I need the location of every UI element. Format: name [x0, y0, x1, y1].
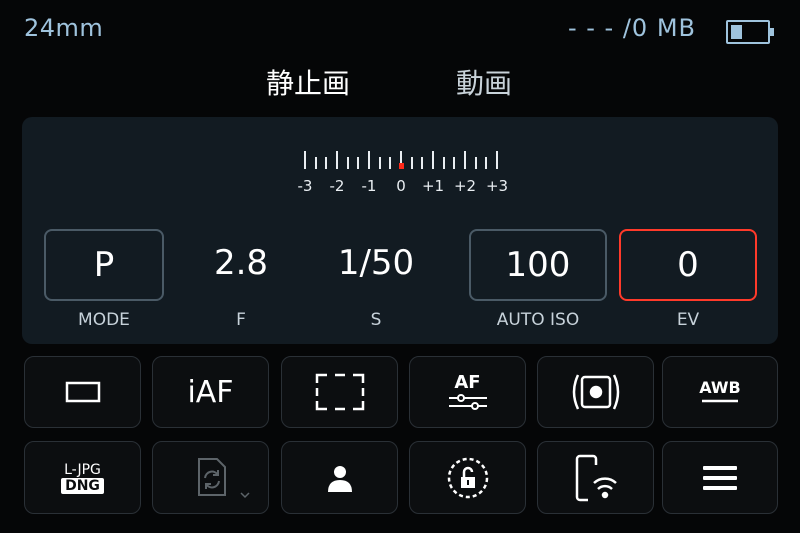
- chevron-down-icon: [240, 492, 250, 499]
- scale-tick-major: [496, 151, 498, 169]
- mode-label: MODE: [78, 310, 130, 330]
- phone-wifi-icon: [575, 454, 617, 501]
- iso-button[interactable]: 100: [469, 229, 607, 301]
- lock-gear-icon: [447, 457, 488, 498]
- scale-label: +2: [453, 177, 477, 195]
- aspect-ratio-button[interactable]: [24, 356, 141, 428]
- scale-tick-minor: [378, 157, 381, 169]
- ev-button[interactable]: 0: [619, 229, 757, 301]
- menu-icon: [703, 465, 737, 490]
- mode-button[interactable]: P: [44, 229, 164, 301]
- af-mode-text: iAF: [187, 374, 234, 410]
- shutter-value[interactable]: 1/50: [316, 229, 436, 301]
- white-balance-button[interactable]: AWB: [662, 356, 778, 428]
- wb-text: AWB: [699, 378, 741, 397]
- menu-button[interactable]: [662, 441, 778, 514]
- person-icon: [327, 465, 352, 492]
- metering-button[interactable]: [537, 356, 654, 428]
- tab-video[interactable]: 動画: [456, 62, 512, 102]
- aperture-label: F: [236, 310, 246, 330]
- frame-icon: [65, 381, 100, 403]
- scale-tick-minor: [453, 157, 456, 169]
- scale-tick-major: [336, 151, 338, 169]
- af-mode-button[interactable]: iAF: [152, 356, 269, 428]
- current-exposure-marker: [399, 163, 404, 169]
- scale-tick-minor: [325, 157, 328, 169]
- lock-button[interactable]: [409, 441, 526, 514]
- ev-label: EV: [676, 310, 700, 330]
- format-line1: L-JPG: [64, 461, 101, 478]
- scale-tick-minor: [410, 157, 413, 169]
- scale-tick-major: [432, 151, 434, 169]
- af-settings-button[interactable]: AF: [409, 356, 526, 428]
- scale-tick-minor: [485, 157, 488, 169]
- scale-label: -3: [297, 177, 313, 195]
- wb-underline: [701, 399, 738, 403]
- scale-tick-minor: [357, 157, 360, 169]
- mode-tabs: 静止画 動画: [0, 62, 800, 102]
- scale-tick-minor: [442, 157, 445, 169]
- iso-label: AUTO ISO: [496, 310, 580, 330]
- image-sync-button[interactable]: [152, 441, 269, 514]
- status-bar: 24mm - - - /0 MB: [0, 0, 800, 60]
- exposure-scale: -3 -2 -1 0 +1 +2 +3: [297, 145, 510, 205]
- tab-still[interactable]: 静止画: [266, 62, 350, 102]
- metering-icon: [572, 374, 619, 410]
- sync-file-icon: [197, 457, 226, 496]
- storage-info: - - - /0 MB: [567, 14, 696, 42]
- scale-tick-minor: [421, 157, 424, 169]
- af-settings-icon: AF: [447, 373, 489, 411]
- scale-tick-minor: [389, 157, 392, 169]
- scale-label: +1: [421, 177, 445, 195]
- scale-label: -2: [329, 177, 345, 195]
- scale-tick-major: [368, 151, 370, 169]
- smartphone-connect-button[interactable]: [537, 441, 654, 514]
- awb-icon: AWB: [699, 379, 741, 405]
- scale-tick-minor: [474, 157, 477, 169]
- scale-tick-major: [304, 151, 306, 169]
- scale-label: -1: [361, 177, 377, 195]
- focus-area-icon: [315, 373, 364, 411]
- af-field-button[interactable]: [281, 356, 398, 428]
- slider-icon: [448, 394, 487, 410]
- scale-tick-minor: [314, 157, 317, 169]
- scale-label: +3: [485, 177, 509, 195]
- shutter-label: S: [370, 310, 382, 330]
- file-format-button[interactable]: L-JPG DNG: [24, 441, 141, 514]
- aperture-value[interactable]: 2.8: [186, 229, 296, 301]
- format-line2: DNG: [61, 477, 104, 494]
- battery-icon: [726, 20, 774, 44]
- file-format-icon: L-JPG DNG: [57, 462, 109, 494]
- scale-tick-minor: [346, 157, 349, 169]
- af-settings-text: AF: [454, 372, 481, 393]
- scale-label: 0: [396, 177, 406, 195]
- scale-tick-major: [464, 151, 466, 169]
- user-profile-button[interactable]: [281, 441, 398, 514]
- focal-length: 24mm: [24, 14, 104, 42]
